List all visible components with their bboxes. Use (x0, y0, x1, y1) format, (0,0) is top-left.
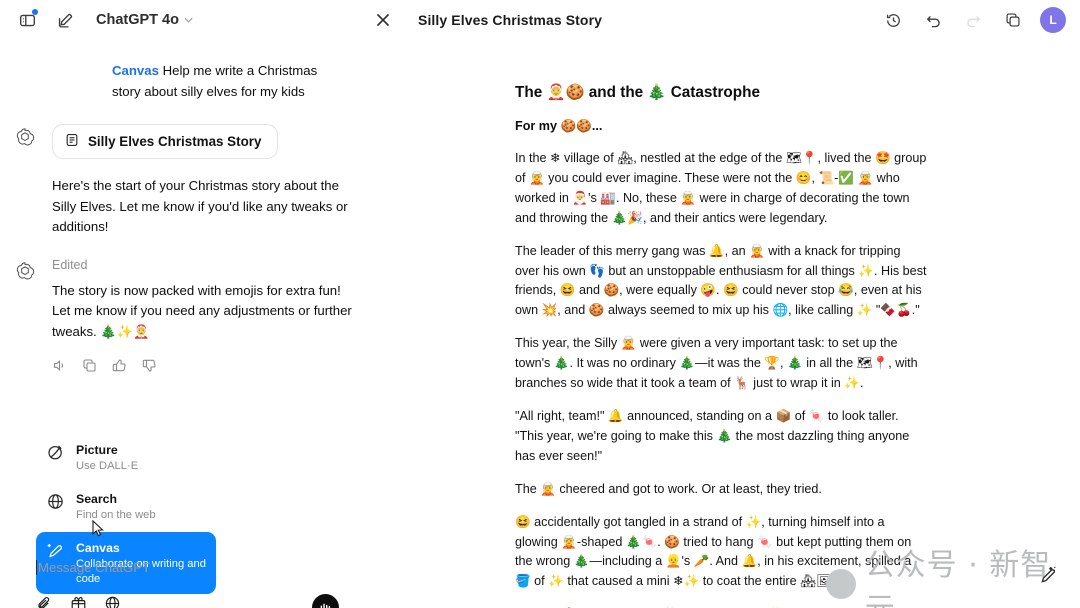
voice-mode-icon (320, 603, 331, 608)
message-input[interactable]: Message ChatGPT (36, 560, 366, 575)
close-icon[interactable] (370, 7, 396, 33)
assistant-message-1: Silly Elves Christmas Story Here's the s… (0, 124, 420, 238)
sparkle-pencil-icon (1041, 566, 1056, 583)
document-icon (65, 133, 79, 150)
thumbs-down-icon[interactable] (142, 358, 157, 378)
doc-paragraph: This year, the Silly 🧝 were given a very… (515, 336, 918, 391)
menu-item-picture-subtitle: Use DALL·E (76, 460, 139, 472)
canvas-tag-link[interactable]: Canvas (112, 63, 159, 78)
assistant-intro-text: Here's the start of your Christmas story… (52, 178, 348, 234)
message-actions (52, 358, 362, 378)
top-bar-left: ChatGPT 4o (0, 7, 193, 33)
menu-item-picture-title: Picture (76, 443, 118, 457)
browse-web-icon[interactable] (104, 595, 121, 608)
assistant-body-1: Silly Elves Christmas Story Here's the s… (52, 124, 362, 238)
canvas-document-title: Silly Elves Christmas Story (418, 12, 603, 28)
undo-icon[interactable] (920, 7, 946, 33)
menu-item-picture-texts: Picture Use DALL·E (76, 441, 138, 474)
chevron-down-icon (184, 15, 193, 26)
canvas-edit-button[interactable] (1037, 564, 1059, 591)
doc-paragraph: In the ❄ village of 🏘, nestled at the ed… (515, 151, 927, 225)
chat-panel: Canvas Help me write a Christmas story a… (0, 40, 420, 608)
new-chat-icon[interactable] (52, 7, 78, 33)
assistant-followup-text: The story is now packed with emojis for … (52, 282, 352, 339)
menu-item-search[interactable]: Search Find on the web (36, 483, 216, 530)
doc-subtitle: For my 🍪🍪... (515, 119, 603, 133)
doc-title: The 🤶🍪 and the 🎄 Catastrophe (515, 84, 760, 101)
avatar[interactable]: L (1040, 7, 1066, 33)
model-selector[interactable]: ChatGPT 4o (96, 12, 193, 28)
user-message: Canvas Help me write a Christmas story a… (112, 60, 327, 102)
assistant-body-2: Edited The story is now packed with emoj… (52, 258, 362, 379)
doc-paragraph: 😆 accidentally got tangled in a strand o… (515, 514, 912, 589)
globe-icon (46, 492, 65, 511)
menu-item-search-subtitle: Find on the web (76, 509, 156, 521)
thumbs-up-icon[interactable] (112, 358, 127, 378)
doc-paragraph: "All right, team!" 🔔 announced, standing… (515, 408, 910, 463)
openai-logo-icon (14, 126, 36, 148)
menu-item-search-texts: Search Find on the web (76, 490, 156, 523)
apps-icon[interactable] (70, 595, 87, 608)
top-bar: ChatGPT 4o Silly Elves Christmas Story L (0, 0, 1080, 40)
unread-dot (32, 9, 38, 15)
edited-badge: Edited (52, 257, 88, 272)
sidebar-toggle-icon[interactable] (14, 7, 40, 33)
read-aloud-icon[interactable] (52, 358, 67, 378)
menu-item-canvas-title: Canvas (76, 541, 120, 555)
picture-icon (46, 443, 65, 462)
history-icon[interactable] (880, 7, 906, 33)
canvas-header: Silly Elves Christmas Story (370, 0, 602, 40)
assistant-message-2: Edited The story is now packed with emoj… (0, 258, 420, 379)
copy-icon[interactable] (82, 358, 97, 378)
menu-item-search-title: Search (76, 492, 118, 506)
openai-logo-icon (14, 260, 36, 282)
doc-paragraph: The leader of this merry gang was 🔔, an … (515, 243, 927, 318)
canvas-document-card[interactable]: Silly Elves Christmas Story (52, 124, 279, 159)
message-input-placeholder: Message ChatGPT (38, 560, 151, 575)
canvas-document[interactable]: The 🤶🍪 and the 🎄 Catastrophe For my 🍪🍪..… (515, 82, 927, 608)
top-bar-right: L (880, 0, 1066, 40)
redo-icon (960, 7, 986, 33)
model-name-label: ChatGPT 4o (96, 12, 179, 28)
text-caret (36, 560, 37, 575)
canvas-pencil-icon (46, 541, 65, 560)
doc-paragraph: The 🧝 cheered and got to work. Or at lea… (515, 481, 822, 496)
chatgpt-canvas-window: ChatGPT 4o Silly Elves Christmas Story L… (0, 0, 1080, 608)
menu-item-picture[interactable]: Picture Use DALL·E (36, 434, 216, 481)
attach-file-icon[interactable] (36, 595, 53, 608)
copy-icon[interactable] (1000, 7, 1026, 33)
mouse-cursor (92, 519, 105, 542)
canvas-document-card-label: Silly Elves Christmas Story (88, 134, 262, 149)
